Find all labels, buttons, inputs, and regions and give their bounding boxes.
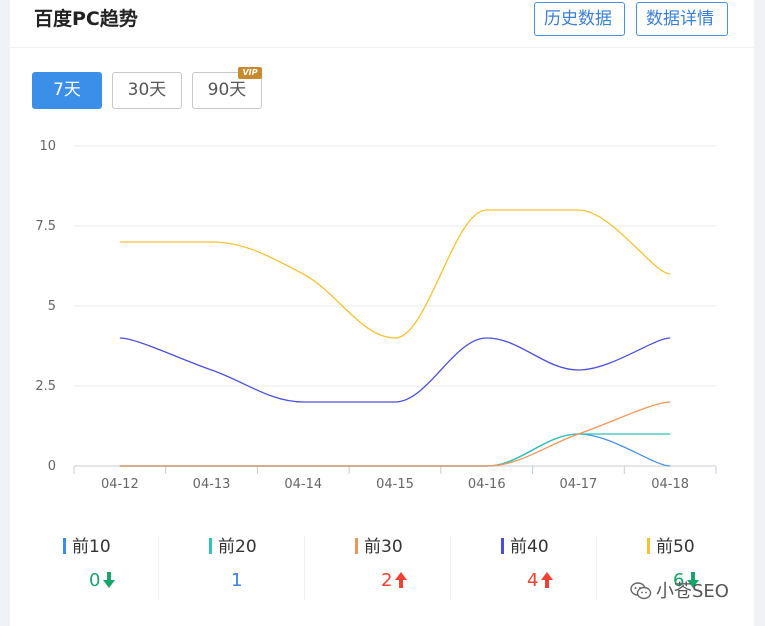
range-7-label: 7天	[53, 80, 81, 100]
wechat-icon	[630, 581, 652, 608]
legend-item: 前30 2	[305, 530, 451, 606]
legend-item: 前10 0	[13, 530, 159, 606]
series-line-0	[119, 433, 671, 467]
legend-item: 前40 4	[451, 530, 597, 606]
legend-value: 0	[89, 570, 116, 595]
legend-label-text: 前10	[72, 537, 111, 557]
series-line-1	[119, 433, 671, 467]
legend-color-bar	[501, 538, 504, 554]
y-tick-label: 7.5	[35, 219, 56, 234]
range-7-days-button[interactable]: 7天	[32, 72, 102, 109]
legend-label-text: 前30	[364, 537, 403, 557]
legend-label-text: 前40	[510, 537, 549, 557]
x-tick-label: 04-12	[101, 477, 139, 492]
legend-value: 2	[381, 570, 408, 595]
legend-value: 4	[527, 570, 554, 595]
legend-label-text: 前20	[218, 537, 257, 557]
range-30-days-button[interactable]: 30天	[112, 72, 182, 109]
arrow-down-icon	[102, 571, 116, 595]
legend-color-bar	[355, 538, 358, 554]
trend-card: 百度PC趋势 历史数据 数据详情 7天 30天 90天 VIP 0 2.5 5 7.5…	[10, 0, 754, 626]
legend-value-text: 2	[381, 570, 393, 591]
legend-color-bar	[647, 538, 650, 554]
legend-label-text: 前50	[656, 537, 695, 557]
card-header: 百度PC趋势 历史数据 数据详情	[10, 0, 754, 48]
legend-color-bar	[63, 538, 66, 554]
watermark-text: 小苍SEO	[656, 581, 729, 602]
data-detail-button[interactable]: 数据详情	[636, 2, 728, 36]
series-line-3	[119, 337, 671, 403]
y-tick-label: 10	[39, 139, 56, 154]
y-tick-label: 5	[48, 299, 56, 314]
legend-value-text: 1	[231, 570, 243, 591]
series-line-4	[119, 209, 671, 339]
history-data-button[interactable]: 历史数据	[534, 2, 625, 36]
x-tick-label: 04-13	[193, 477, 231, 492]
arrow-up-icon	[394, 571, 408, 595]
legend-label: 前10	[63, 536, 111, 558]
legend-label: 前50	[647, 536, 695, 558]
vip-badge: VIP	[238, 67, 262, 79]
legend-value: 1	[231, 570, 242, 592]
x-tick-label: 04-18	[651, 477, 689, 492]
x-tick-label: 04-14	[284, 477, 322, 492]
y-tick-label: 0	[48, 459, 56, 474]
legend-item: 前20 1	[159, 530, 305, 606]
trend-line-chart: 0 2.5 5 7.5 10 04-12 04-13 04-14 04-15 04-16 04-17…	[35, 139, 717, 492]
watermark: 小苍SEO	[630, 580, 729, 608]
x-tick-label: 04-15	[376, 477, 414, 492]
range-30-label: 30天	[127, 80, 167, 100]
y-tick-label: 2.5	[35, 379, 56, 394]
legend-value-text: 0	[89, 570, 101, 591]
x-tick-label: 04-16	[468, 477, 506, 492]
arrow-up-icon	[540, 571, 554, 595]
legend-color-bar	[209, 538, 212, 554]
range-90-days-button[interactable]: 90天 VIP	[192, 67, 262, 109]
page-title: 百度PC趋势	[34, 8, 138, 30]
range-90-label: 90天	[207, 80, 247, 100]
legend-label: 前20	[209, 536, 257, 558]
x-tick-label: 04-17	[560, 477, 598, 492]
legend-label: 前30	[355, 536, 403, 558]
legend-value-text: 4	[527, 570, 539, 591]
legend-label: 前40	[501, 536, 549, 558]
